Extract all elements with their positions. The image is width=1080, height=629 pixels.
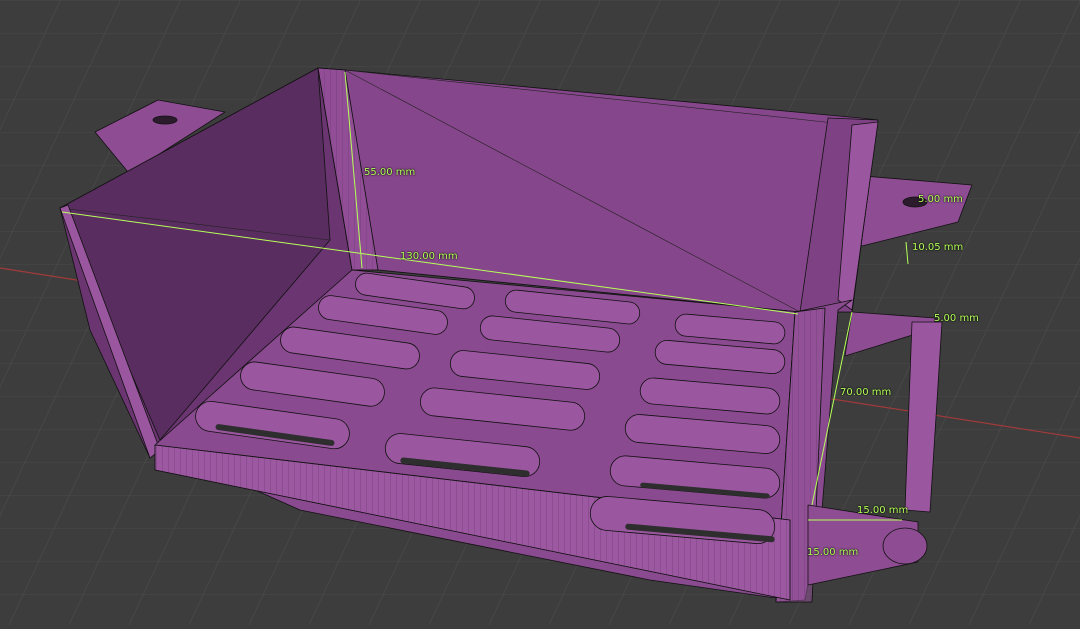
viewport-canvas[interactable] <box>0 0 1080 625</box>
handle-width-label: 5.00 mm <box>934 313 979 324</box>
3d-viewport[interactable]: 55.00 mm 130.00 mm 5.00 mm 10.05 mm 5.00… <box>0 0 1080 625</box>
tab-offset-upper-label: 10.05 mm <box>912 242 964 253</box>
left-ear-hole <box>152 115 178 125</box>
handle-foot <box>882 527 928 565</box>
handle-height-label: 15.00 mm <box>807 547 859 558</box>
handle-depth-label: 15.00 mm <box>857 505 909 516</box>
height-measurement-label: 55.00 mm <box>364 167 416 178</box>
length-measurement-label: 130.00 mm <box>400 251 458 262</box>
tab-width-upper-label: 5.00 mm <box>918 194 963 205</box>
handle-length-label: 70.00 mm <box>840 387 892 398</box>
